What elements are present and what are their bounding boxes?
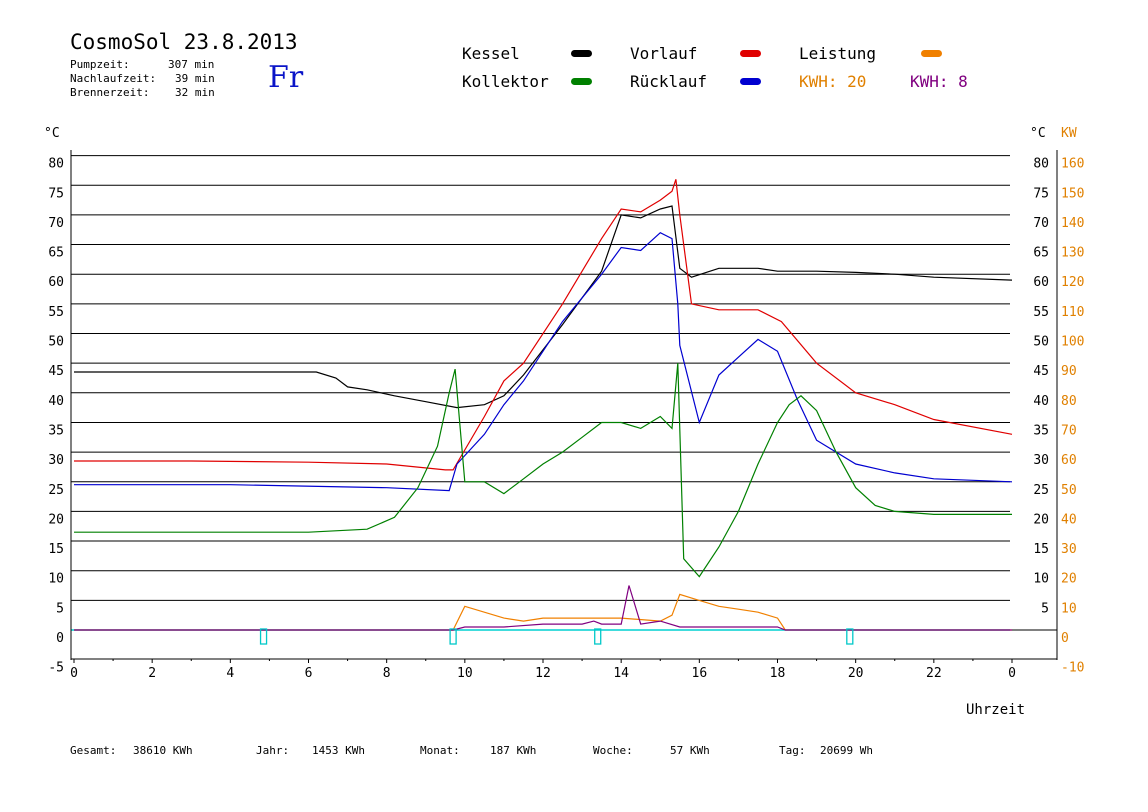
y-tick-label-kw: 160 — [1061, 157, 1084, 172]
y-tick-label-left: 45 — [48, 364, 64, 379]
y-tick-label-kw: 60 — [1061, 453, 1077, 468]
event-marker — [259, 628, 268, 645]
y-tick-label-left: 40 — [48, 394, 64, 409]
series-line-kollektor — [74, 363, 1012, 578]
y-tick-label-right: 30 — [1033, 453, 1049, 468]
y-tick-label-right: 80 — [1033, 157, 1049, 172]
chart-axes — [70, 150, 1058, 663]
x-tick-label: 16 — [692, 666, 708, 681]
y-tick-label-kw: 100 — [1061, 335, 1084, 350]
chart-grid — [71, 155, 1010, 601]
y-axis-unit-right: °C — [1030, 126, 1046, 141]
y-tick-label-left: 80 — [48, 157, 64, 172]
y-tick-label-right: 65 — [1033, 246, 1049, 261]
y-tick-label-kw: 20 — [1061, 572, 1077, 587]
chart-markers — [259, 628, 854, 645]
y-tick-label-kw: 40 — [1061, 512, 1077, 527]
y-tick-label-kw: 140 — [1061, 216, 1084, 231]
y-tick-label-right: 45 — [1033, 364, 1049, 379]
y-tick-label-right: 15 — [1033, 542, 1049, 557]
y-tick-label-left: 35 — [48, 423, 64, 438]
day-value: 20699 Wh — [820, 744, 873, 757]
y-tick-label-left: 65 — [48, 246, 64, 261]
x-tick-label: 10 — [457, 666, 473, 681]
event-marker — [846, 628, 854, 645]
y-tick-label-kw: 70 — [1061, 423, 1077, 438]
y-tick-label-kw: 10 — [1061, 601, 1077, 616]
x-tick-label: 0 — [1008, 666, 1016, 681]
x-axis-label: Uhrzeit — [966, 702, 1025, 718]
y-tick-label-right: 40 — [1033, 394, 1049, 409]
y-tick-label-kw: -10 — [1061, 661, 1084, 676]
x-tick-label: 6 — [305, 666, 313, 681]
y-tick-label-left: -5 — [48, 661, 64, 676]
y-tick-label-left: 75 — [48, 186, 64, 201]
y-tick-label-left: 0 — [56, 631, 64, 646]
y-tick-label-right: 35 — [1033, 423, 1049, 438]
event-marker — [594, 628, 602, 645]
y-tick-label-left: 25 — [48, 483, 64, 498]
y-tick-label-kw: 80 — [1061, 394, 1077, 409]
y-tick-label-kw: 130 — [1061, 246, 1084, 261]
y-tick-label-kw: 120 — [1061, 275, 1084, 290]
y-axis-unit-kw: KW — [1061, 126, 1077, 141]
y-tick-label-kw: 30 — [1061, 542, 1077, 557]
y-tick-label-left: 55 — [48, 305, 64, 320]
series-line-kessel — [74, 205, 1013, 409]
month-label: Monat: — [420, 744, 460, 757]
event-marker — [449, 628, 457, 645]
y-tick-label-right: 20 — [1033, 512, 1049, 527]
y-tick-label-left: 50 — [48, 335, 64, 350]
day-label: Tag: — [779, 744, 806, 757]
y-tick-label-left: 60 — [48, 275, 64, 290]
x-tick-label: 12 — [535, 666, 551, 681]
y-tick-label-kw: 0 — [1061, 631, 1069, 646]
y-tick-label-kw: 150 — [1061, 186, 1084, 201]
y-tick-label-left: 30 — [48, 453, 64, 468]
x-tick-label: 4 — [226, 666, 234, 681]
x-tick-label: 14 — [613, 666, 629, 681]
total-label: Gesamt: — [70, 744, 117, 757]
week-label: Woche: — [593, 744, 633, 757]
x-tick-label: 2 — [148, 666, 156, 681]
y-tick-label-right: 5 — [1041, 601, 1049, 616]
temperature-chart: -505101520253035404550556065707580510152… — [44, 126, 1084, 718]
y-tick-label-right: 50 — [1033, 335, 1049, 350]
x-tick-label: 22 — [926, 666, 942, 681]
y-tick-label-left: 10 — [48, 572, 64, 587]
y-tick-label-right: 10 — [1033, 572, 1049, 587]
total-value: 38610 KWh — [133, 744, 193, 757]
y-tick-label-right: 55 — [1033, 305, 1049, 320]
month-value: 187 KWh — [490, 744, 537, 757]
y-tick-label-left: 70 — [48, 216, 64, 231]
week-value: 57 KWh — [670, 744, 710, 757]
y-tick-label-right: 70 — [1033, 216, 1049, 231]
year-label: Jahr: — [256, 744, 290, 757]
y-tick-label-kw: 110 — [1061, 305, 1084, 320]
year-value: 1453 KWh — [312, 744, 365, 757]
x-tick-label: 8 — [383, 666, 391, 681]
y-tick-label-kw: 90 — [1061, 364, 1077, 379]
chart-tick-labels: -505101520253035404550556065707580510152… — [48, 157, 1084, 681]
y-axis-unit-left: °C — [44, 126, 60, 141]
series-line-vorlauf — [74, 179, 1013, 471]
x-tick-label: 20 — [848, 666, 864, 681]
x-tick-label: 18 — [770, 666, 786, 681]
x-tick-label: 0 — [70, 666, 78, 681]
y-tick-label-kw: 50 — [1061, 483, 1077, 498]
y-tick-label-right: 25 — [1033, 483, 1049, 498]
y-tick-label-right: 75 — [1033, 186, 1049, 201]
chart-series — [74, 179, 1013, 631]
y-tick-label-left: 5 — [56, 601, 64, 616]
y-tick-label-left: 15 — [48, 542, 64, 557]
y-tick-label-right: 60 — [1033, 275, 1049, 290]
y-tick-label-left: 20 — [48, 512, 64, 527]
series-line-kwh-8 — [74, 585, 1012, 631]
